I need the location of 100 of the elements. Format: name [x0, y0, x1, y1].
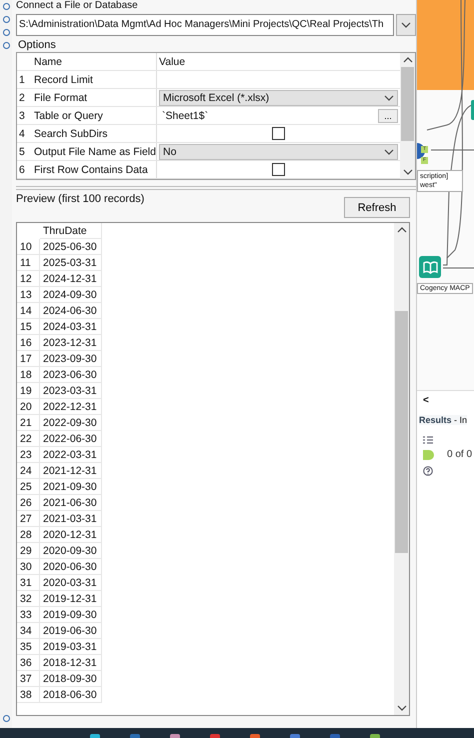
row-number: 23 — [17, 447, 40, 463]
caret-icon — [384, 94, 394, 100]
table-cell: 2021-09-30 — [40, 479, 102, 495]
row-number: 20 — [17, 399, 40, 415]
row-number: 24 — [17, 463, 40, 479]
checkbox[interactable] — [272, 127, 285, 140]
table-cell: 2022-09-30 — [40, 415, 102, 431]
dropdown[interactable]: Microsoft Excel (*.xlsx) — [159, 90, 398, 106]
circle-icon[interactable] — [2, 3, 10, 10]
refresh-button[interactable]: Refresh — [344, 197, 410, 218]
table-cell: 2021-06-30 — [40, 495, 102, 511]
row-number: 37 — [17, 671, 40, 687]
table-cell: 2022-12-31 — [40, 399, 102, 415]
row-number: 32 — [17, 591, 40, 607]
row-number: 21 — [17, 415, 40, 431]
row-number: 38 — [17, 687, 40, 703]
table-cell: 2024-12-31 — [40, 271, 102, 287]
scroll-down-icon — [396, 705, 406, 711]
row-number: 12 — [17, 271, 40, 287]
row-number: 5 — [18, 144, 26, 160]
taskbar-icon[interactable] — [170, 734, 180, 738]
circle-icon[interactable] — [2, 29, 10, 36]
row-number: 15 — [17, 319, 40, 335]
circle-icon[interactable] — [2, 715, 10, 722]
table-cell: 2019-03-31 — [40, 639, 102, 655]
row-number: 4 — [18, 126, 26, 142]
table-cell: 2019-06-30 — [40, 623, 102, 639]
dropdown[interactable]: No — [159, 144, 398, 160]
table-cell: 2024-06-30 — [40, 303, 102, 319]
column-header: ThruDate — [40, 223, 102, 239]
table-cell: 2020-12-31 — [40, 527, 102, 543]
section-label: Preview (first 100 records) — [16, 193, 144, 205]
taskbar-icon[interactable] — [210, 734, 220, 738]
table-cell: 2020-09-30 — [40, 543, 102, 559]
table-cell: 2018-12-31 — [40, 655, 102, 671]
scroll-up-icon[interactable] — [402, 57, 412, 63]
row-number: 19 — [17, 383, 40, 399]
row-number: 34 — [17, 623, 40, 639]
option-name: Output File Name as Field — [33, 144, 156, 160]
table-cell: 2025-03-31 — [40, 255, 102, 271]
option-name: Record Limit — [33, 72, 94, 88]
row-number: 27 — [17, 511, 40, 527]
row-number: 25 — [17, 479, 40, 495]
scroll-up-icon[interactable] — [396, 227, 406, 233]
table-cell: 2023-09-30 — [40, 351, 102, 367]
scrollbar-thumb[interactable] — [395, 311, 408, 552]
scroll-down-icon — [402, 169, 412, 175]
option-name: Table or Query — [33, 108, 104, 124]
row-number: 31 — [17, 575, 40, 591]
scrollbar-thumb[interactable] — [401, 67, 414, 140]
row-number: 28 — [17, 527, 40, 543]
row-number: 13 — [17, 287, 40, 303]
table-cell: 2018-09-30 — [40, 671, 102, 687]
row-number: 10 — [17, 239, 40, 255]
text-field[interactable]: `Sheet1$` — [159, 108, 376, 124]
table-cell: 2023-03-31 — [40, 383, 102, 399]
table-cell: 2020-06-30 — [40, 559, 102, 575]
row-number: 33 — [17, 607, 40, 623]
row-number: 11 — [17, 255, 40, 271]
path-field[interactable]: S:\Administration\Data Mgmt\Ad Hoc Managers\Mini Projects\QC\Real Projects\Th — [16, 14, 394, 36]
row-number: 17 — [17, 351, 40, 367]
list-icon[interactable] — [423, 436, 433, 444]
row-number: 30 — [17, 559, 40, 575]
taskbar-icon[interactable] — [90, 734, 100, 738]
taskbar-icon[interactable] — [250, 734, 260, 738]
taskbar-icon[interactable] — [290, 734, 300, 738]
table-cell: 2021-03-31 — [40, 511, 102, 527]
row-number: 16 — [17, 335, 40, 351]
table-cell: 2023-06-30 — [40, 367, 102, 383]
book-icon[interactable] — [419, 256, 441, 278]
panel-title: Results - In — [419, 415, 468, 425]
row-number: 1 — [18, 72, 26, 88]
taskbar-icon[interactable] — [370, 734, 380, 738]
section-label: Options — [17, 38, 57, 52]
table-cell: 2022-06-30 — [40, 431, 102, 447]
option-name: Search SubDirs — [33, 126, 109, 142]
row-number: 3 — [18, 108, 26, 124]
row-number: 2 — [18, 90, 26, 106]
row-number: 29 — [17, 543, 40, 559]
row-number: 26 — [17, 495, 40, 511]
row-number: 35 — [17, 639, 40, 655]
caret-icon — [401, 22, 411, 28]
table-cell: 2023-12-31 — [40, 335, 102, 351]
collapse-button[interactable]: < — [423, 395, 429, 406]
dropdown-button[interactable] — [396, 14, 416, 36]
row-number: 6 — [18, 162, 26, 178]
row-number: 14 — [17, 303, 40, 319]
table-cell: 2022-03-31 — [40, 447, 102, 463]
table-cell: 2024-03-31 — [40, 319, 102, 335]
help-icon[interactable] — [423, 466, 433, 476]
circle-icon[interactable] — [2, 42, 10, 49]
browse-button[interactable]: ... — [378, 108, 398, 122]
caret-icon — [384, 148, 394, 154]
table-cell: 2019-09-30 — [40, 607, 102, 623]
circle-icon[interactable] — [2, 16, 10, 23]
node-icon — [471, 100, 474, 120]
checkbox[interactable] — [272, 163, 285, 176]
table-cell: 2018-06-30 — [40, 687, 102, 703]
column-header: Name — [33, 54, 64, 70]
section-label: Connect a File or Database — [16, 0, 139, 12]
